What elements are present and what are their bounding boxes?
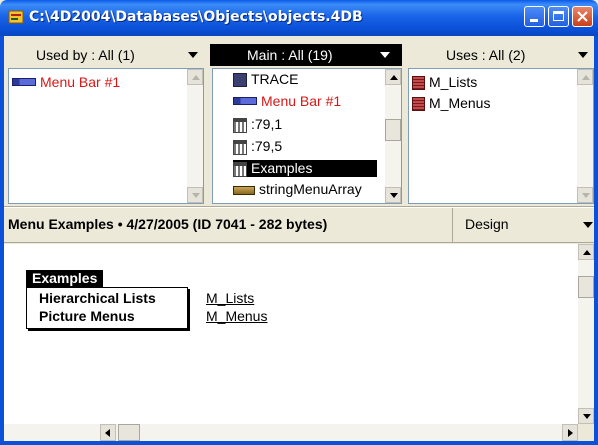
list-item[interactable]: M_Lists — [412, 74, 477, 91]
arrow-up-icon — [583, 250, 591, 255]
window-frame-bottom — [0, 441, 598, 445]
scrollbar[interactable] — [187, 69, 203, 203]
form-icon — [233, 139, 247, 155]
main-list[interactable]: TRACE Menu Bar #1 :79,1 :79,5 Examples s… — [212, 68, 402, 204]
method-link[interactable]: M_Lists — [206, 290, 254, 306]
arrow-up-icon — [192, 75, 200, 80]
arrow-left-icon — [105, 429, 110, 437]
title-bar: C:\4D2004\Databases\Objects\objects.4DB — [0, 0, 598, 36]
menu-title[interactable]: Examples — [26, 270, 104, 287]
used-by-list[interactable]: Menu Bar #1 — [8, 68, 204, 204]
scrollbar[interactable] — [385, 69, 401, 203]
menu-item[interactable]: Picture Menus — [39, 308, 135, 324]
form-icon — [233, 161, 247, 177]
arrow-down-icon — [192, 193, 200, 198]
uses-label: Uses : All (2) — [446, 47, 526, 63]
divider — [4, 242, 594, 243]
close-button[interactable] — [572, 6, 593, 27]
minimize-icon — [530, 19, 538, 22]
arrow-right-icon — [568, 429, 573, 437]
procedure-icon — [233, 73, 247, 88]
used-by-dropdown[interactable]: Used by : All (1) — [8, 44, 204, 66]
list-item[interactable]: M_Menus — [412, 95, 490, 112]
object-info: Menu Examples • 4/27/2005 (ID 7041 - 282… — [8, 216, 328, 232]
scroll-up-button[interactable] — [577, 69, 593, 85]
scroll-thumb[interactable] — [385, 119, 401, 141]
chevron-down-icon — [583, 222, 593, 228]
method-link[interactable]: M_Menus — [206, 308, 267, 324]
method-icon — [412, 76, 425, 91]
arrow-up-icon — [390, 75, 398, 80]
4d-app-icon — [8, 10, 24, 24]
close-icon — [577, 11, 588, 22]
chevron-down-icon — [578, 52, 588, 58]
list-item[interactable]: :79,1 — [233, 116, 282, 133]
menu-bar-icon — [233, 97, 257, 106]
preview-pane: Examples Hierarchical Lists Picture Menu… — [4, 244, 578, 424]
arrow-down-icon — [583, 414, 591, 419]
uses-dropdown[interactable]: Uses : All (2) — [408, 44, 594, 66]
scroll-left-button[interactable] — [100, 424, 116, 441]
scrollbar[interactable] — [577, 69, 593, 203]
list-item[interactable]: TRACE — [233, 71, 298, 88]
maximize-icon — [553, 11, 564, 21]
scroll-down-button[interactable] — [187, 187, 203, 203]
list-item[interactable]: :79,5 — [233, 138, 282, 155]
list-item[interactable]: stringMenuArray — [233, 181, 362, 198]
list-item[interactable]: Menu Bar #1 — [12, 74, 120, 91]
menu-bar-icon — [12, 78, 36, 87]
method-icon — [412, 97, 425, 112]
string-menu-icon — [233, 185, 255, 195]
used-by-label: Used by : All (1) — [36, 47, 135, 63]
resize-grip-icon[interactable] — [578, 424, 594, 441]
preview-vertical-scrollbar[interactable] — [578, 244, 594, 424]
scroll-up-button[interactable] — [187, 69, 203, 85]
menu-dropdown: Hierarchical Lists Picture Menus — [26, 287, 188, 329]
maximize-button[interactable] — [548, 6, 569, 27]
scroll-thumb[interactable] — [118, 424, 140, 441]
list-item-selected[interactable]: Examples — [233, 160, 377, 177]
main-label: Main : All (19) — [247, 47, 333, 63]
chevron-down-icon — [380, 52, 390, 58]
menu-item[interactable]: Hierarchical Lists — [39, 290, 156, 306]
chevron-down-icon — [188, 52, 198, 58]
scroll-up-button[interactable] — [578, 244, 594, 260]
uses-list[interactable]: M_Lists M_Menus — [408, 68, 594, 204]
arrow-down-icon — [390, 193, 398, 198]
minimize-button[interactable] — [524, 6, 545, 27]
scroll-down-button[interactable] — [577, 187, 593, 203]
mode-label: Design — [465, 216, 509, 232]
preview-horizontal-scrollbar[interactable] — [4, 424, 578, 441]
arrow-up-icon — [582, 75, 590, 80]
arrow-down-icon — [582, 193, 590, 198]
scroll-thumb[interactable] — [578, 276, 594, 298]
main-dropdown[interactable]: Main : All (19) — [210, 44, 402, 66]
scroll-up-button[interactable] — [385, 69, 401, 85]
mode-dropdown[interactable]: Design — [452, 208, 595, 242]
scroll-down-button[interactable] — [578, 408, 594, 424]
form-icon — [233, 117, 247, 133]
window-title: C:\4D2004\Databases\Objects\objects.4DB — [29, 9, 363, 25]
scroll-down-button[interactable] — [385, 187, 401, 203]
scroll-right-button[interactable] — [562, 424, 578, 441]
list-item[interactable]: Menu Bar #1 — [233, 93, 341, 110]
